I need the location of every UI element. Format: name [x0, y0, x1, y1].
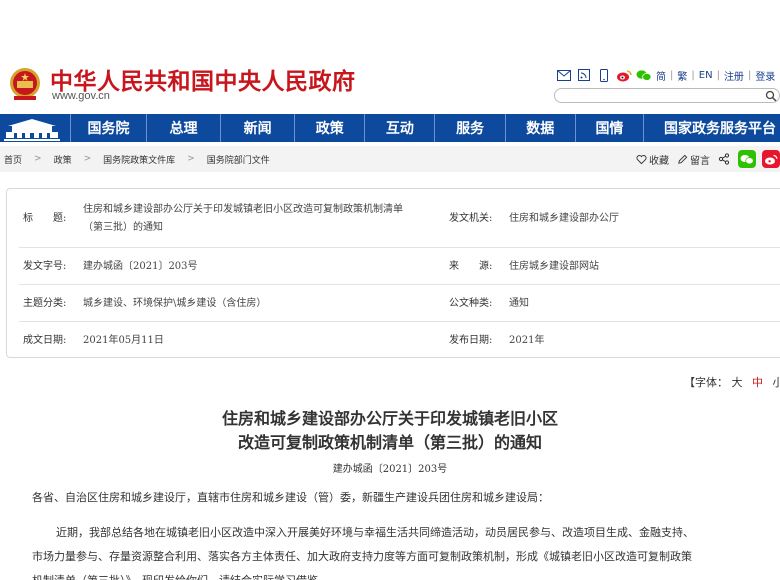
font-large-button[interactable]: 大	[732, 376, 743, 389]
article-doc-number: 建办城函〔2021〕203号	[332, 464, 448, 475]
type-label: 公文种类:	[449, 298, 493, 309]
nav-services[interactable]: 服务	[434, 114, 504, 142]
mobile-icon[interactable]	[596, 68, 612, 82]
search-input[interactable]	[554, 88, 780, 103]
type-value: 通知	[509, 298, 529, 309]
national-emblem-icon[interactable]	[8, 66, 42, 102]
traditional-link[interactable]: 繁	[677, 68, 687, 83]
topic-value: 城乡建设、环境保护\城乡建设（含住房）	[83, 298, 267, 309]
source-value: 住房城乡建设部网站	[509, 261, 599, 272]
article-salutation: 各省、自治区住房和城乡建设厅，直辖市住房和城乡建设（管）委，新疆生产建设兵团住房…	[32, 491, 549, 504]
mail-icon[interactable]	[556, 68, 572, 82]
title-label: 标 题:	[23, 213, 67, 224]
info-row-topic: 主题分类: 城乡建设、环境保护\城乡建设（含住房） 公文种类: 通知	[19, 285, 780, 322]
chevron-right-icon: >	[34, 154, 42, 164]
info-row-dates: 成文日期: 2021年05月11日 发布日期: 2021年	[19, 322, 780, 358]
login-link[interactable]: 登录	[755, 68, 775, 83]
share-icon[interactable]	[718, 153, 732, 165]
search-icon[interactable]	[765, 90, 777, 102]
written-date-label: 成文日期:	[23, 335, 67, 346]
written-date-value: 2021年05月11日	[83, 335, 164, 346]
nav-interaction[interactable]: 互动	[364, 114, 434, 142]
heart-icon	[636, 154, 647, 164]
nav-national-profile[interactable]: 国情	[574, 114, 643, 142]
breadcrumb-home[interactable]: 首页	[4, 153, 22, 166]
topic-label: 主题分类:	[23, 298, 67, 309]
breadcrumb-policy[interactable]: 政策	[54, 153, 72, 166]
english-link[interactable]: EN	[699, 70, 713, 81]
weibo-share-icon[interactable]	[762, 150, 780, 168]
published-date-label: 发布日期:	[449, 335, 493, 346]
rss-icon[interactable]	[576, 68, 592, 82]
favorite-button[interactable]: 收藏	[636, 152, 669, 167]
breadcrumb-department-docs[interactable]: 国务院部门文件	[207, 153, 270, 166]
font-small-button[interactable]: 小	[773, 376, 780, 389]
main-nav: 国务院 总理 新闻 政策 互动 服务 数据 国情 国家政务服务平台	[0, 114, 780, 142]
chevron-right-icon: >	[187, 154, 195, 164]
nav-news[interactable]: 新闻	[220, 114, 294, 142]
article-title-line2: 改造可复制政策机制清单（第三批）的通知	[237, 433, 542, 452]
simplified-link[interactable]: 简	[656, 68, 666, 83]
font-size-control: 【字体： 大 中 小	[684, 374, 780, 390]
nav-state-council[interactable]: 国务院	[70, 114, 146, 142]
register-link[interactable]: 注册	[724, 68, 744, 83]
docno-label: 发文字号:	[23, 261, 67, 272]
nav-data[interactable]: 数据	[504, 114, 575, 142]
header-tools: 简 | 繁 | EN | 注册 | 登录	[556, 66, 775, 84]
chevron-right-icon: >	[83, 154, 92, 164]
source-label: 来 源:	[449, 261, 493, 272]
nav-gov-service-platform[interactable]: 国家政务服务平台	[643, 114, 780, 142]
breadcrumb-policy-library[interactable]: 国务院政策文件库	[103, 153, 175, 166]
article-paragraph-line1: 近期，我部总结各地在城镇老旧小区改造中深入开展美好环境与幸福生活共同缔造活动，动…	[56, 526, 694, 539]
issuer-value: 住房和城乡建设部办公厅	[509, 213, 619, 224]
breadcrumb: 首页 > 政策 > 国务院政策文件库 > 国务院部门文件 收藏 留言	[0, 146, 780, 172]
issuer-label: 发文机关:	[449, 213, 493, 224]
nav-premier[interactable]: 总理	[146, 114, 220, 142]
comment-button[interactable]: 留言	[677, 152, 710, 167]
nav-policy[interactable]: 政策	[294, 114, 364, 142]
site-header: 中华人民共和国中央人民政府 www.gov.cn 简 | 繁 | EN | 注册…	[0, 0, 780, 112]
share-actions: 收藏 留言	[628, 146, 780, 172]
document-info-table: 标 题: 住房和城乡建设部办公厅关于印发城镇老旧小区改造可复制政策机制清单 （第…	[6, 188, 780, 358]
wechat-share-icon[interactable]	[738, 150, 756, 168]
info-row-title: 标 题: 住房和城乡建设部办公厅关于印发城镇老旧小区改造可复制政策机制清单 （第…	[19, 189, 780, 248]
font-medium-button[interactable]: 中	[752, 376, 763, 389]
tiananmen-icon[interactable]	[0, 114, 70, 142]
published-date-value: 2021年	[509, 335, 545, 346]
title-value-line2: （第三批）的通知	[83, 222, 163, 233]
weibo-icon[interactable]	[616, 68, 632, 82]
site-url[interactable]: www.gov.cn	[52, 90, 110, 102]
docno-value: 建办城函〔2021〕203号	[83, 261, 198, 272]
wechat-icon[interactable]	[636, 68, 652, 82]
info-row-docno: 发文字号: 建办城函〔2021〕203号 来 源: 住房城乡建设部网站	[19, 248, 780, 285]
title-value-line1: 住房和城乡建设部办公厅关于印发城镇老旧小区改造可复制政策机制清单	[83, 204, 403, 215]
edit-icon	[678, 154, 688, 164]
article-title-line1: 住房和城乡建设部办公厅关于印发城镇老旧小区	[221, 409, 558, 428]
article-paragraph-line3: 机制清单（第三批）》，现印发给你们，请结合实际学习借鉴。	[32, 569, 329, 580]
article-paragraph-line2: 市场力量参与、存量资源整合利用、落实各方主体责任、加大政府支持力度等方面可复制政…	[32, 550, 692, 563]
